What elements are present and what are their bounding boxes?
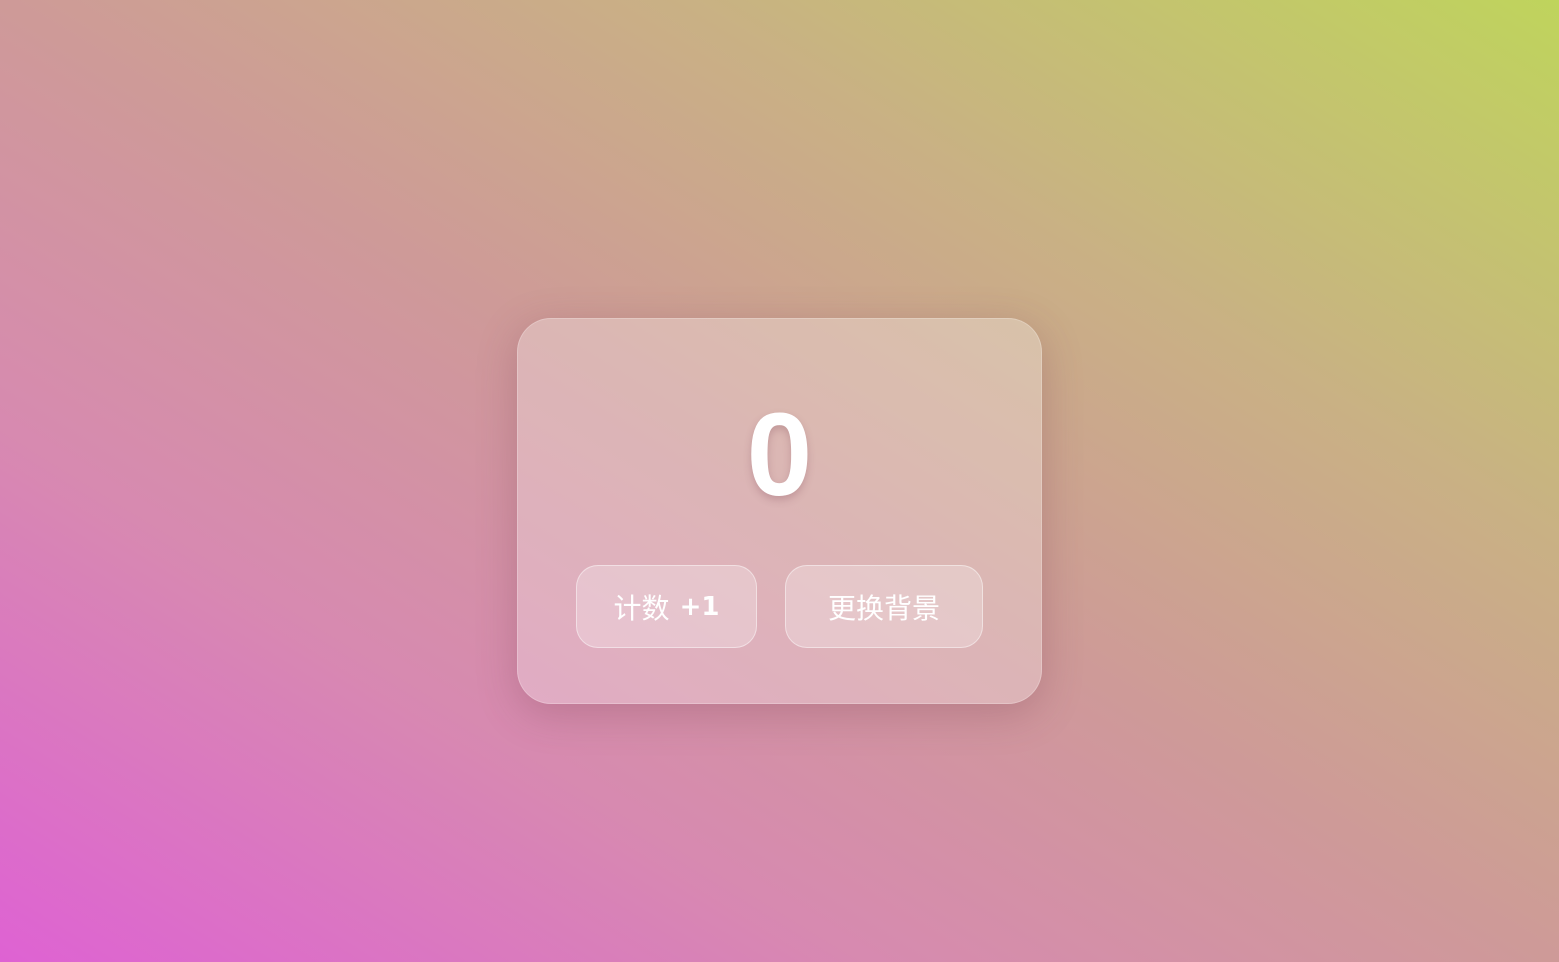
increment-button-label: 计数 (613, 591, 670, 625)
increment-button[interactable]: 计数 +1 (576, 565, 757, 648)
change-background-button[interactable]: 更换背景 (785, 565, 983, 648)
change-background-button-label: 更换背景 (827, 591, 940, 625)
increment-button-suffix: +1 (679, 591, 720, 622)
